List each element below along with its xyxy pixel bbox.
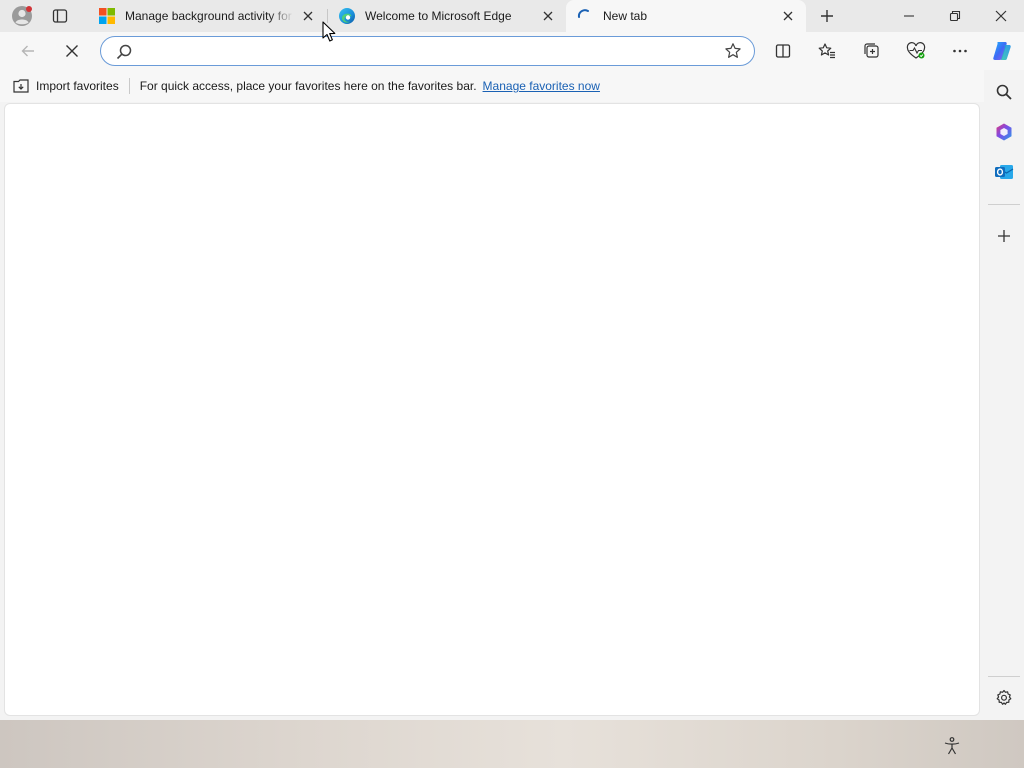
browser-essentials-icon [906, 42, 926, 59]
tab-title: Welcome to Microsoft Edge [365, 9, 512, 23]
more-options-button[interactable] [945, 36, 975, 66]
stop-loading-button[interactable] [57, 36, 87, 66]
loading-spinner-icon [576, 7, 594, 25]
sidebar [984, 70, 1024, 720]
close-tab-button[interactable] [538, 6, 558, 26]
outlook-icon [995, 165, 1014, 179]
favorites-bar-message: For quick access, place your favorites h… [139, 79, 477, 93]
close-tab-button[interactable] [778, 6, 798, 26]
divider [128, 78, 130, 94]
tab-title: Manage background activity for [125, 9, 292, 23]
import-favorites-button[interactable]: Import favorites [12, 78, 119, 94]
microsoft-logo-icon [98, 7, 116, 25]
sidebar-divider [988, 676, 1020, 677]
search-icon [116, 44, 132, 60]
copilot-icon [993, 42, 1011, 60]
sidebar-divider [988, 204, 1020, 205]
favorites-bar: Import favorites For quick access, place… [0, 70, 985, 102]
minimize-button[interactable] [886, 0, 932, 32]
tab-new-tab[interactable]: New tab [566, 0, 806, 32]
tab-actions-button[interactable] [46, 4, 74, 28]
toolbar [0, 32, 1024, 70]
browser-window: Manage background activity for Welcome t… [0, 0, 1024, 720]
add-icon [998, 230, 1010, 242]
close-tab-button[interactable] [298, 6, 318, 26]
address-bar[interactable] [100, 36, 755, 66]
back-icon [21, 45, 34, 57]
minimize-icon [904, 15, 914, 17]
new-tab-button[interactable] [814, 4, 840, 28]
more-options-icon [953, 49, 967, 53]
collections-icon [864, 43, 879, 58]
close-icon [995, 10, 1007, 22]
restore-button[interactable] [932, 0, 978, 32]
close-window-button[interactable] [978, 0, 1024, 32]
close-icon [543, 11, 553, 21]
split-screen-icon [775, 44, 791, 58]
import-favorites-label: Import favorites [36, 79, 119, 93]
desktop-background [0, 720, 1024, 768]
stop-loading-icon [66, 45, 78, 57]
collections-button[interactable] [857, 36, 887, 66]
restore-icon [949, 10, 961, 22]
address-input[interactable] [141, 41, 705, 63]
close-icon [303, 11, 313, 21]
close-icon [783, 11, 793, 21]
plus-icon [821, 10, 833, 22]
edge-logo-icon [338, 7, 356, 25]
profile-button[interactable] [9, 4, 35, 28]
browser-essentials-button[interactable] [901, 36, 931, 66]
sidebar-search-button[interactable] [989, 77, 1019, 107]
page-content[interactable] [4, 103, 980, 716]
settings-icon [996, 689, 1012, 705]
tab-actions-icon [52, 9, 68, 23]
accessibility-icon [944, 737, 960, 755]
copilot-button[interactable] [987, 36, 1017, 66]
tab-manage-background-activity[interactable]: Manage background activity for [88, 0, 326, 32]
sidebar-add-button[interactable] [989, 221, 1019, 251]
favorites-icon [818, 43, 835, 59]
add-favorite-icon[interactable] [724, 42, 742, 60]
tab-welcome-to-edge[interactable]: Welcome to Microsoft Edge [328, 0, 566, 32]
import-favorites-icon [13, 79, 29, 93]
sidebar-settings-button[interactable] [989, 683, 1019, 713]
sidebar-outlook-button[interactable] [989, 157, 1019, 187]
accessibility-button[interactable] [940, 734, 964, 758]
split-screen-button[interactable] [768, 36, 798, 66]
favorites-button[interactable] [812, 36, 842, 66]
manage-favorites-link[interactable]: Manage favorites now [483, 79, 600, 93]
sidebar-microsoft-365-button[interactable] [989, 117, 1019, 147]
tab-title: New tab [603, 9, 648, 23]
back-button[interactable] [13, 36, 43, 66]
tab-strip: Manage background activity for Welcome t… [0, 0, 1024, 32]
microsoft-365-icon [996, 123, 1012, 141]
search-icon [996, 84, 1012, 100]
mouse-pointer-icon [322, 21, 336, 42]
notification-badge [26, 6, 32, 12]
